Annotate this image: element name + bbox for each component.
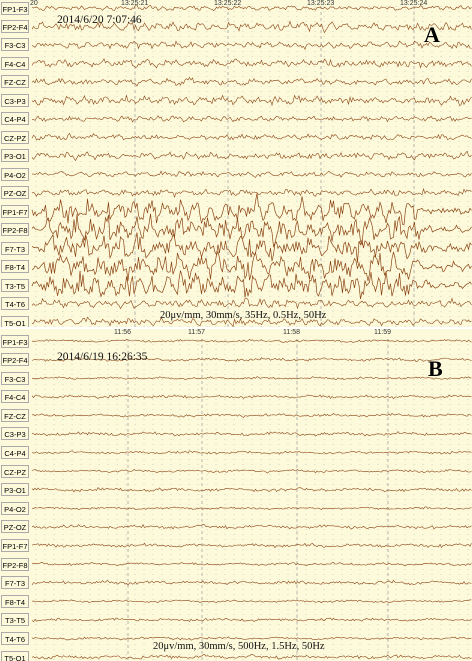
- channel-label: P3-O1: [1, 149, 29, 163]
- channel-label: FP2-F8: [1, 557, 29, 571]
- channel-label: C4-P4: [1, 446, 29, 460]
- eeg-trace-pz-oz: [31, 523, 472, 530]
- eeg-trace-f8-t4: [31, 599, 472, 604]
- eeg-trace-c4-p4: [31, 115, 472, 123]
- channel-label: FP1-F3: [1, 334, 29, 348]
- channel-label: PZ-OZ: [1, 186, 29, 200]
- channel-label: F7-T3: [1, 576, 29, 590]
- timestamp-a: 2014/6/20 7:07:46: [57, 14, 142, 26]
- time-tick-label: 11:57: [188, 329, 205, 336]
- channel-label: CZ-PZ: [1, 464, 29, 478]
- channel-label: FP1-F7: [1, 204, 29, 218]
- recording-settings-b: 20μv/mm, 30mm/s, 500Hz, 1.5Hz, 50Hz: [153, 641, 325, 652]
- channel-label: CZ-PZ: [1, 130, 29, 144]
- channel-label: C3-P3: [1, 93, 29, 107]
- channel-label: FP1-F7: [1, 538, 29, 552]
- eeg-panel-a: FP1-F3 FP2-F4 F3-C3 F4-C4 FZ-CZ C3-P3 C4-P4 CZ-…: [0, 0, 472, 327]
- eeg-trace-t3-t5: [31, 617, 472, 623]
- channel-label: FP2-F4: [1, 19, 29, 33]
- channel-label: C3-P3: [1, 427, 29, 441]
- channel-label: FP1-F3: [1, 1, 29, 15]
- eeg-traces-a: [31, 4, 472, 327]
- channel-label: FP2-F4: [1, 353, 29, 367]
- time-tick-label: 13:25:22: [214, 0, 242, 7]
- channel-label: F8-T4: [1, 260, 29, 274]
- channel-label: F3-C3: [1, 38, 29, 52]
- time-tick-label: 11:58: [283, 329, 300, 336]
- eeg-panel-b: FP1-F3 FP2-F4 F3-C3 F4-C4 FZ-CZ C3-P3 C4-P4 CZ-…: [0, 329, 472, 661]
- eeg-trace-fz-cz: [31, 412, 472, 418]
- eeg-trace-f8-t4: [31, 250, 472, 282]
- recording-settings-a: 20μv/mm, 30mm/s, 35Hz, 0.5Hz, 50Hz: [160, 310, 327, 321]
- channel-label: C4-P4: [1, 112, 29, 126]
- channel-label: T4-T6: [1, 631, 29, 645]
- eeg-trace-fp1-f7: [31, 542, 472, 549]
- channel-label: PZ-OZ: [1, 520, 29, 534]
- channel-label: P4-O2: [1, 501, 29, 515]
- time-tick-label-partial: 20: [30, 0, 38, 7]
- panel-letter-a: A: [424, 22, 440, 47]
- eeg-trace-fp2-f8: [31, 213, 472, 248]
- eeg-trace-c3-p3: [31, 94, 472, 107]
- channel-label: P4-O2: [1, 167, 29, 181]
- time-tick-label: 13:25:23: [307, 0, 335, 7]
- time-tick-label: 11:59: [374, 329, 391, 336]
- channel-label: F8-T4: [1, 594, 29, 608]
- timestamp-b: 2014/6/19 16:26:35: [57, 351, 148, 363]
- eeg-trace-p3-o1: [31, 487, 472, 493]
- channel-label: T5-O1: [1, 315, 29, 327]
- channel-label: FZ-CZ: [1, 408, 29, 422]
- eeg-trace-t5-o1: [31, 653, 472, 660]
- eeg-trace-f3-c3: [31, 40, 472, 51]
- channel-label: F4-C4: [1, 56, 29, 70]
- panel-letter-b: B: [428, 356, 443, 381]
- eeg-trace-c3-p3: [31, 431, 472, 437]
- eeg-trace-pz-oz: [31, 187, 472, 199]
- eeg-trace-p4-o2: [31, 170, 472, 178]
- eeg-trace-fz-cz: [31, 76, 472, 87]
- eeg-traces-b: [31, 339, 472, 661]
- channel-label: T3-T5: [1, 278, 29, 292]
- time-tick-label: 13:25:24: [400, 0, 428, 7]
- eeg-trace-f3-c3: [31, 376, 472, 380]
- channel-label: P3-O1: [1, 483, 29, 497]
- eeg-trace-f7-t3: [31, 579, 472, 586]
- eeg-trace-p4-o2: [31, 506, 472, 511]
- channel-label: F7-T3: [1, 241, 29, 255]
- channel-label: T4-T6: [1, 297, 29, 311]
- eeg-trace-fp1-f3: [31, 339, 472, 343]
- channel-label: T5-O1: [1, 650, 29, 661]
- channel-label: FP2-F8: [1, 223, 29, 237]
- eeg-trace-fp2-f8: [31, 561, 472, 567]
- eeg-trace-fp1-f7: [31, 193, 472, 226]
- eeg-trace-f4-c4: [31, 394, 472, 400]
- eeg-trace-t4-t6: [31, 636, 472, 641]
- eeg-trace-f4-c4: [31, 58, 472, 69]
- eeg-trace-t4-t6: [31, 297, 472, 310]
- eeg-trace-cz-pz: [31, 469, 472, 474]
- eeg-trace-p3-o1: [31, 150, 472, 162]
- channel-label: FZ-CZ: [1, 75, 29, 89]
- eeg-trace-cz-pz: [31, 132, 472, 141]
- time-tick-label: 11:56: [114, 329, 131, 336]
- eeg-trace-c4-p4: [31, 450, 472, 455]
- time-tick-label: 13:25:21: [121, 0, 149, 7]
- channel-label: T3-T5: [1, 613, 29, 627]
- channel-label: F4-C4: [1, 390, 29, 404]
- channel-label: F3-C3: [1, 371, 29, 385]
